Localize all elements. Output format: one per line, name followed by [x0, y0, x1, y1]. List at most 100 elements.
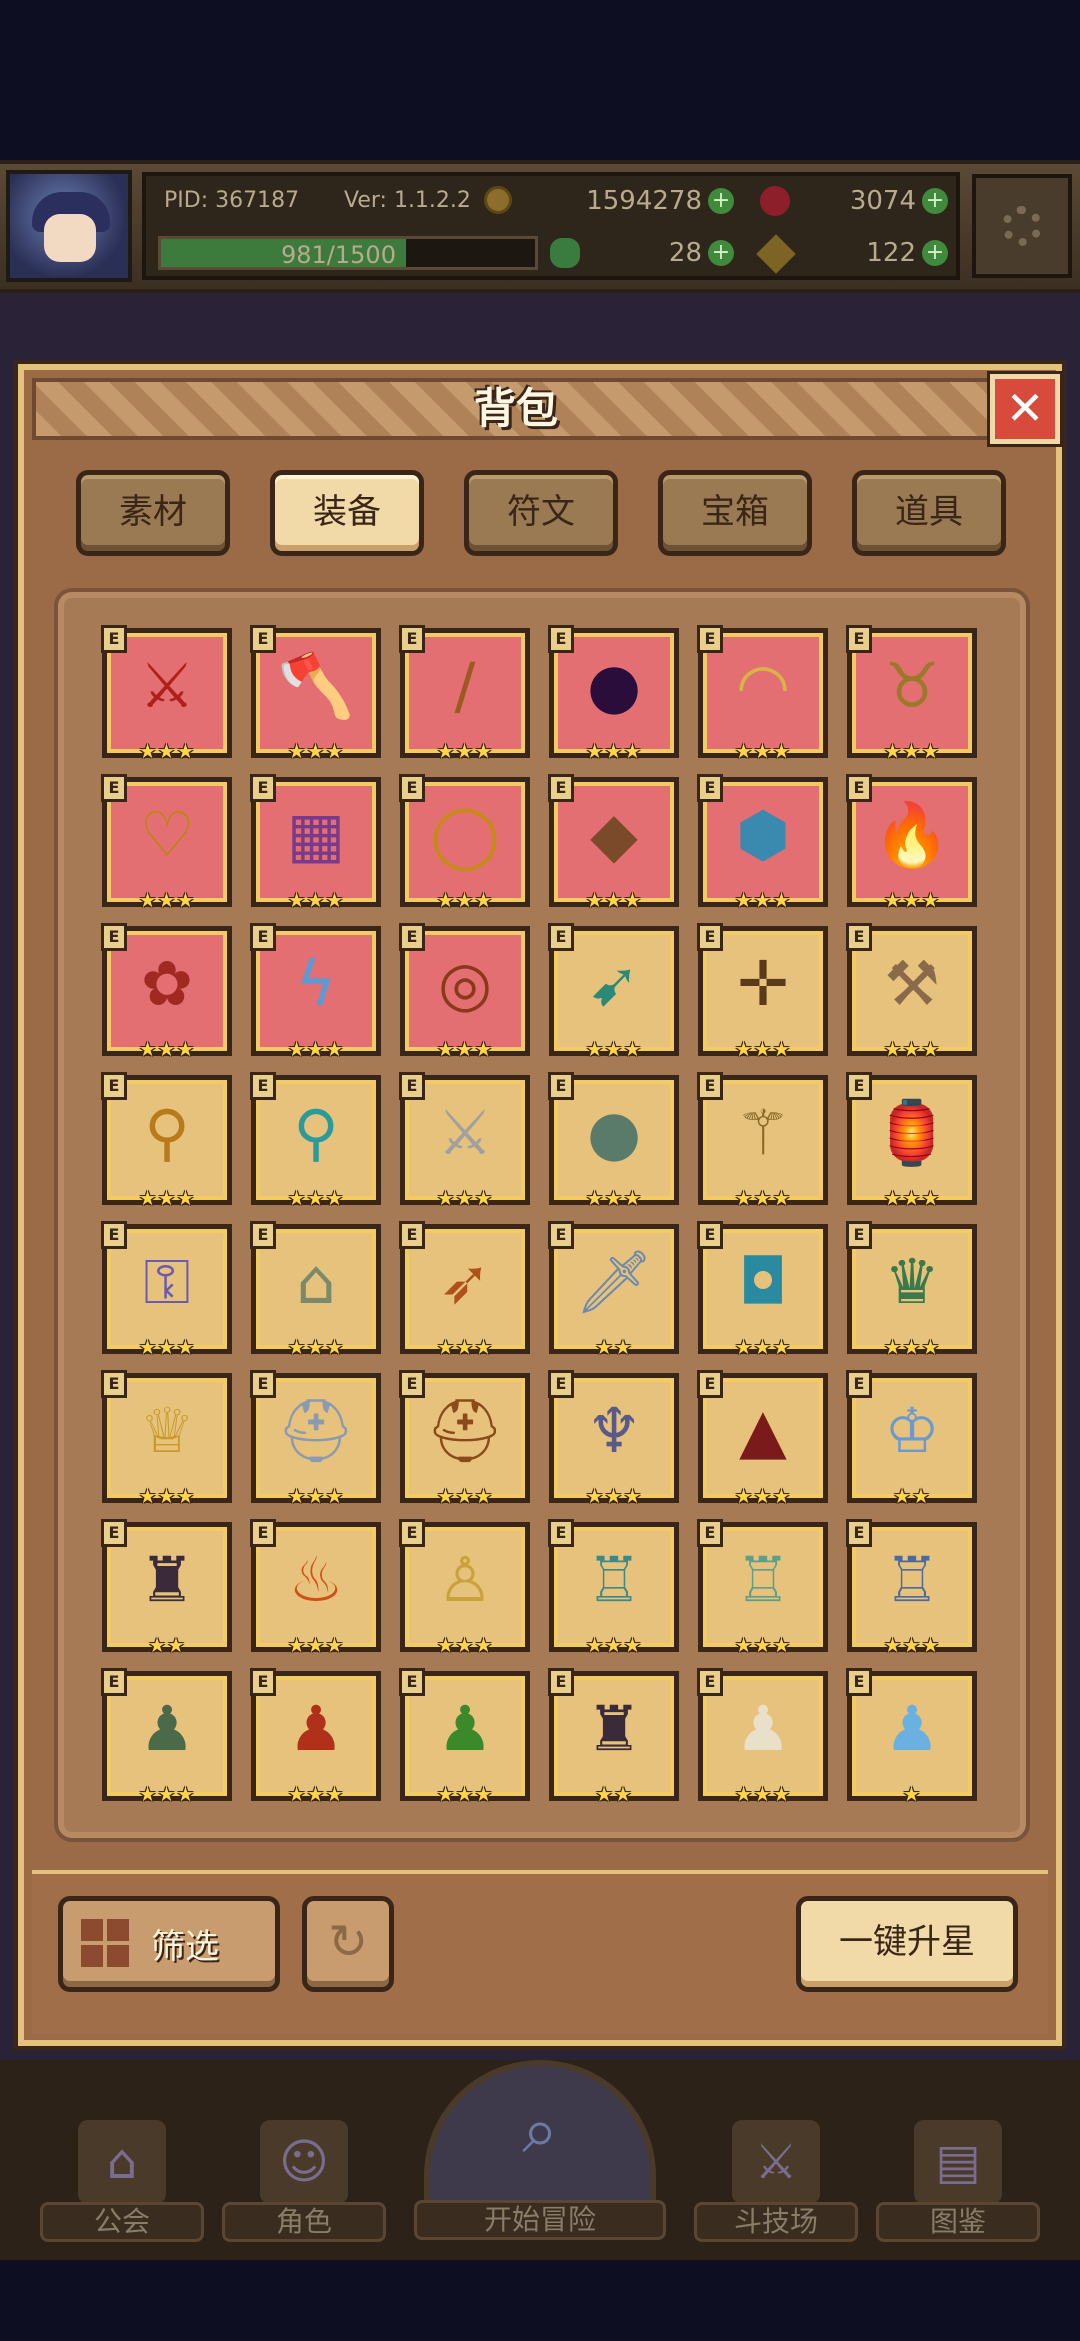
inventory-slot[interactable]: E ▦ ★★★	[250, 774, 381, 912]
inventory-slot[interactable]: E 🗡 ★★	[548, 1221, 679, 1359]
inventory-slot[interactable]: E 🪓 ★★★	[250, 625, 381, 763]
star-rating: ★★	[595, 1335, 633, 1359]
red-hood-icon: ▲	[739, 1394, 787, 1467]
inventory-slot[interactable]: E ♟ ★★★	[697, 1668, 828, 1806]
star-rating: ★★★	[734, 1186, 792, 1210]
tab-equipment[interactable]: 装备	[270, 470, 424, 556]
inventory-slot[interactable]: E ♖ ★★★	[697, 1519, 828, 1657]
star-rating: ★★★	[585, 1633, 643, 1657]
inventory-slot[interactable]: E 🏮 ★★★	[846, 1072, 977, 1210]
inventory-slot[interactable]: E ⌂ ★★★	[250, 1221, 381, 1359]
ice-armor-icon: ♟	[884, 1692, 940, 1765]
inventory-slot[interactable]: E ◆ ★★★	[548, 774, 679, 912]
guild-hall-icon: ⌂	[78, 2120, 166, 2204]
star-rating: ★★★	[436, 1782, 494, 1806]
inventory-slot[interactable]: E ♨ ★★★	[250, 1519, 381, 1657]
inventory-slot[interactable]: E ➹ ★★★	[548, 923, 679, 1061]
inventory-slot[interactable]: E ♜ ★★	[548, 1668, 679, 1806]
inventory-slot[interactable]: E / ★★★	[399, 625, 530, 763]
inventory-slot[interactable]: E ♟ ★	[846, 1668, 977, 1806]
inventory-slot[interactable]: E ● ★★★	[548, 1072, 679, 1210]
inventory-slot[interactable]: E ♟ ★★★	[250, 1668, 381, 1806]
inventory-slot[interactable]: E ▲ ★★★	[697, 1370, 828, 1508]
nav-guild[interactable]: ⌂ 公会	[40, 2120, 204, 2242]
inventory-slot[interactable]: E ➶ ★★★	[399, 1221, 530, 1359]
tab-chests[interactable]: 宝箱	[658, 470, 812, 556]
star-rating: ★★★	[287, 1037, 345, 1061]
inventory-slot[interactable]: E ♕ ★★★	[101, 1370, 232, 1508]
tab-items[interactable]: 道具	[852, 470, 1006, 556]
inventory-slot[interactable]: E ♡ ★★★	[101, 774, 232, 912]
inventory-slot[interactable]: E ⚿ ★★★	[101, 1221, 232, 1359]
add-gems-button[interactable]: +	[922, 188, 948, 214]
inventory-slot[interactable]: E ♖ ★★★	[846, 1519, 977, 1657]
star-rating: ★★★	[883, 1633, 941, 1657]
tab-materials[interactable]: 素材	[76, 470, 230, 556]
inventory-slot[interactable]: E ⚲ ★★★	[101, 1072, 232, 1210]
horned-helmet-icon: ♉	[884, 649, 940, 722]
inventory-slot[interactable]: E ◯ ★★★	[399, 774, 530, 912]
inventory-slot[interactable]: E ♟ ★★★	[101, 1668, 232, 1806]
inventory-slot[interactable]: E 🔥 ★★★	[846, 774, 977, 912]
inventory-slot[interactable]: E ✿ ★★★	[101, 923, 232, 1061]
version-label: Ver: 1.1.2.2	[344, 188, 471, 213]
inventory-slot[interactable]: E ● ★★★	[548, 625, 679, 763]
nav-codex[interactable]: ▤ 图鉴	[876, 2120, 1040, 2242]
star-rating: ★★★	[287, 739, 345, 763]
star-rating: ★★★	[585, 1037, 643, 1061]
inventory-slot[interactable]: E ⚒ ★★★	[846, 923, 977, 1061]
inventory-slot[interactable]: E ♛ ★★★	[846, 1221, 977, 1359]
inventory-slot[interactable]: E ♖ ★★★	[548, 1519, 679, 1657]
inventory-slot[interactable]: E ⚔ ★★★	[101, 625, 232, 763]
inventory-slot[interactable]: E ⚔ ★★★	[399, 1072, 530, 1210]
nav-start-adventure[interactable]: ⌕ 开始冒险	[414, 2060, 666, 2260]
star-rating: ★★★	[287, 1335, 345, 1359]
refresh-button[interactable]: ↻	[302, 1896, 394, 1992]
energy-bar: 981/1500	[158, 236, 538, 270]
tech-goggles-icon: ◘	[738, 1245, 788, 1318]
star-rating: ★★★	[883, 1186, 941, 1210]
inventory-slot[interactable]: E ⛑ ★★★	[399, 1370, 530, 1508]
inventory-slot[interactable]: E ⚲ ★★★	[250, 1072, 381, 1210]
clover-icon	[550, 238, 580, 268]
inventory-slot[interactable]: E ✛ ★★★	[697, 923, 828, 1061]
fire-ring-icon: 🔥	[873, 798, 951, 871]
star-rating: ★★★	[287, 888, 345, 912]
inventory-slot[interactable]: E ♉ ★★★	[846, 625, 977, 763]
energy-value: 981/1500	[281, 241, 396, 269]
inventory-slot[interactable]: E ♆ ★★★	[548, 1370, 679, 1508]
star-rating: ★★★	[734, 1633, 792, 1657]
inventory-slot[interactable]: E ⛑ ★★★	[250, 1370, 381, 1508]
panel-title-bar: 背包	[32, 378, 1000, 440]
inventory-slot[interactable]: E ⚚ ★★★	[697, 1072, 828, 1210]
short-sword-icon: 🗡	[574, 1245, 654, 1318]
nav-arena[interactable]: ⚔ 斗技场	[694, 2120, 858, 2242]
dark-armor-icon: ♜	[586, 1692, 642, 1765]
codex-book-icon: ▤	[914, 2120, 1002, 2204]
player-avatar[interactable]	[6, 170, 132, 282]
star-rating: ★★★	[436, 888, 494, 912]
tab-runes[interactable]: 符文	[464, 470, 618, 556]
inventory-slot[interactable]: E ◎ ★★★	[399, 923, 530, 1061]
inventory-slot[interactable]: E ♜ ★★	[101, 1519, 232, 1657]
inventory-slot[interactable]: E ⬢ ★★★	[697, 774, 828, 912]
star-rating: ★★★	[585, 1484, 643, 1508]
add-clover-button[interactable]: +	[708, 240, 734, 266]
nav-character[interactable]: ☺ 角色	[222, 2120, 386, 2242]
category-tabs: 素材 装备 符文 宝箱 道具	[76, 470, 1026, 558]
settings-button[interactable]	[972, 174, 1072, 278]
inventory-slot[interactable]: E ♟ ★★★	[399, 1668, 530, 1806]
ruby-gem-icon	[760, 186, 790, 216]
inventory-slot[interactable]: E ◘ ★★★	[697, 1221, 828, 1359]
inventory-slot[interactable]: Eϟ ★★★	[250, 923, 381, 1061]
close-button[interactable]: ✕	[990, 374, 1060, 444]
star-rating: ★★★	[585, 888, 643, 912]
top-hud: PID: 367187 Ver: 1.1.2.2 1594278 + 3074 …	[0, 160, 1080, 293]
filter-button[interactable]: 筛选	[58, 1896, 280, 1992]
add-keys-button[interactable]: +	[922, 240, 948, 266]
add-gold-button[interactable]: +	[708, 188, 734, 214]
inventory-slot[interactable]: E ♙ ★★★	[399, 1519, 530, 1657]
inventory-slot[interactable]: E ♔ ★★	[846, 1370, 977, 1508]
inventory-slot[interactable]: E ◠ ★★★	[697, 625, 828, 763]
upgrade-all-button[interactable]: 一键升星	[796, 1896, 1018, 1992]
